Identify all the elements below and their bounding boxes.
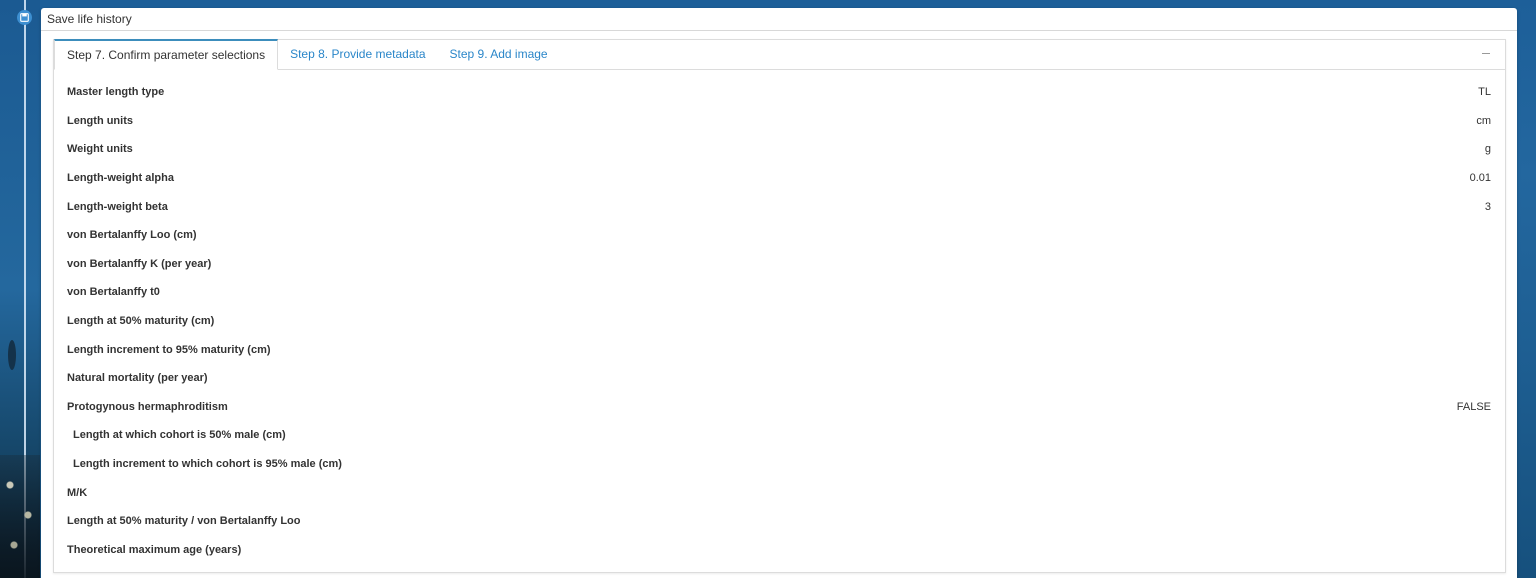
parameter-value: cm [1476,114,1491,127]
parameter-label: Protogynous hermaphroditism [67,400,228,413]
parameter-label: von Bertalanffy K (per year) [67,257,212,270]
parameter-row: Natural mortality (per year) [54,364,1505,393]
parameter-label: Length at 50% maturity (cm) [67,315,215,328]
parameter-row: von Bertalanffy Loo (cm) [54,221,1505,250]
tab-bar: Step 7. Confirm parameter selections Ste… [54,39,1505,70]
tab-panel: Step 7. Confirm parameter selections Ste… [53,39,1506,573]
parameter-row: Length at which cohort is 50% male (cm) [54,421,1505,450]
parameter-list: Master length type TL Length units cm We… [54,70,1505,564]
window-header: Save life history [41,8,1517,31]
parameter-row: Length-weight beta 3 [54,192,1505,221]
parameter-label: von Bertalanffy t0 [67,286,160,299]
parameter-label: von Bertalanffy Loo (cm) [67,229,197,242]
background-fish [8,340,16,370]
parameter-row: Length units cm [54,107,1505,136]
parameter-label: Length-weight beta [67,200,168,213]
parameter-row: Weight units g [54,135,1505,164]
parameter-label: Weight units [67,143,133,156]
parameter-row: Length increment to 95% maturity (cm) [54,335,1505,364]
background-seaweed [0,455,40,578]
parameter-label: Length at 50% maturity / von Bertalanffy… [67,515,301,528]
parameter-label: Master length type [67,86,165,99]
tab-provide-metadata[interactable]: Step 8. Provide metadata [278,39,437,69]
parameter-row: von Bertalanffy K (per year) [54,250,1505,279]
parameter-row: Length at 50% maturity / von Bertalanffy… [54,507,1505,536]
parameter-row: M/K [54,478,1505,507]
save-icon[interactable] [17,10,32,25]
parameter-label: Length increment to which cohort is 95% … [73,458,342,471]
parameter-row: Protogynous hermaphroditism FALSE [54,393,1505,422]
parameter-row: Theoretical maximum age (years) [54,536,1505,565]
parameter-label: Length at which cohort is 50% male (cm) [73,429,286,442]
parameter-value: g [1484,143,1491,156]
window-title: Save life history [47,12,132,26]
tab-confirm-parameters[interactable]: Step 7. Confirm parameter selections [54,39,279,70]
parameter-row: Length at 50% maturity (cm) [54,307,1505,336]
parameter-value: TL [1478,86,1491,99]
parameter-label: Length units [67,114,133,127]
parameter-value: 0.01 [1469,172,1491,185]
parameter-row: Length-weight alpha 0.01 [54,164,1505,193]
parameter-value: FALSE [1456,400,1491,413]
parameter-label: Length-weight alpha [67,172,174,185]
parameter-label: Theoretical maximum age (years) [67,543,242,556]
minus-icon[interactable] [1479,46,1493,60]
parameter-label: Length increment to 95% maturity (cm) [67,343,271,356]
parameter-value: 3 [1484,200,1491,213]
parameter-label: Natural mortality (per year) [67,372,208,385]
tab-add-image[interactable]: Step 9. Add image [438,39,560,69]
parameter-row: von Bertalanffy t0 [54,278,1505,307]
parameter-label: M/K [67,486,88,499]
parameter-row: Master length type TL [54,78,1505,107]
parameter-row: Length increment to which cohort is 95% … [54,450,1505,479]
save-life-history-window: Save life history Step 7. Confirm parame… [41,8,1517,578]
